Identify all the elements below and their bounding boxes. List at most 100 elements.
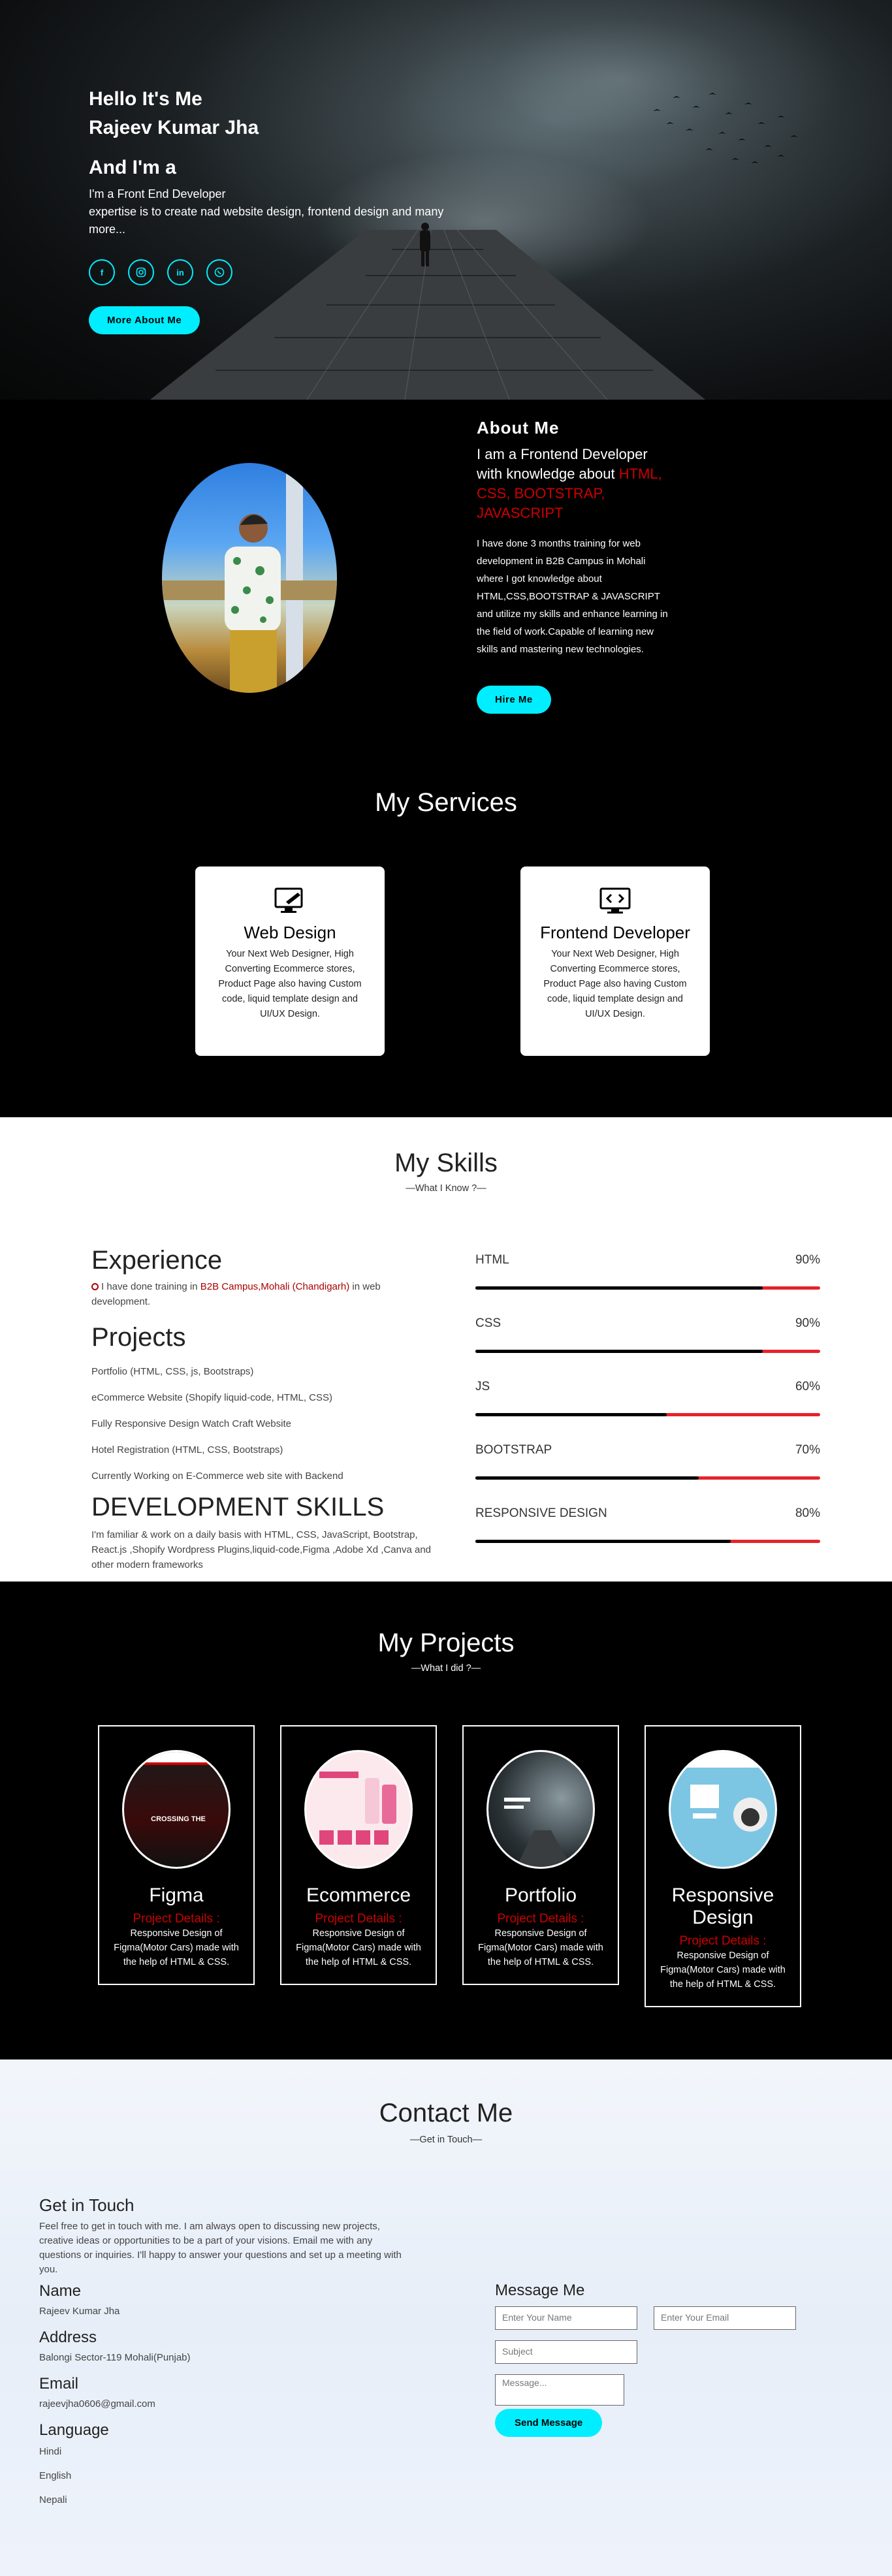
service-card-frontend-developer: Frontend Developer Your Next Web Designe… (520, 867, 710, 1056)
about-lead: I am a Frontend Developer with knowledge… (477, 445, 673, 523)
skill-bar-responsive-design: RESPONSIVE DESIGN 80% (475, 1506, 820, 1570)
project-card-portfolio[interactable]: Portfolio Project Details : Responsive D… (462, 1725, 619, 1985)
skill-label: HTML (475, 1253, 509, 1267)
skill-fill (475, 1350, 763, 1353)
about-section: About Me I am a Frontend Developer with … (0, 400, 892, 774)
experience-text: I have done training in B2B Campus,Mohal… (91, 1279, 438, 1309)
language-item: English (39, 2470, 72, 2481)
hero-role: I'm a Front End Developer (89, 187, 226, 200)
contact-tagline: —Get in Touch— (409, 2135, 483, 2145)
project-list-item: Fully Responsive Design Watch Craft Webs… (91, 1418, 291, 1429)
contact-form: Message Me Enter Your Name Enter Your Em… (495, 2282, 821, 2437)
hero-name: Rajeev Kumar Jha (89, 117, 259, 138)
hero-section: Hello It's Me Rajeev Kumar Jha And I'm a… (0, 0, 892, 400)
project-thumbnail (304, 1750, 413, 1869)
project-card-responsive-design[interactable]: Responsive Design Project Details : Resp… (645, 1725, 801, 2007)
project-description: Responsive Design of Figma(Motor Cars) m… (296, 1928, 421, 1967)
project-thumbnail (669, 1750, 777, 1869)
project-thumbnail: CROSSING THE (122, 1750, 231, 1869)
language-item: Hindi (39, 2446, 62, 2457)
project-details-label: Project Details : (315, 1912, 402, 1926)
experience-place: B2B Campus,Mohali (Chandigarh) (200, 1281, 350, 1292)
project-details-label: Project Details : (133, 1912, 220, 1926)
project-thumbnail (486, 1750, 595, 1869)
thumbnail-caption: CROSSING THE (151, 1815, 206, 1823)
service-title: Web Design (244, 923, 336, 942)
skills-tagline: —What I Know ?— (406, 1183, 486, 1194)
project-list-item: eCommerce Website (Shopify liquid-code, … (91, 1392, 333, 1403)
skills-section: My Skills —What I Know ?— Experience I h… (0, 1117, 892, 1582)
project-list-item: Portfolio (HTML, CSS, js, Bootstraps) (91, 1366, 254, 1377)
message-me-heading: Message Me (495, 2282, 585, 2299)
skill-label: RESPONSIVE DESIGN (475, 1506, 607, 1520)
about-body: I have done 3 months training for web de… (477, 538, 668, 655)
services-heading: My Services (375, 788, 517, 817)
contact-info: Get in Touch Feel free to get in touch w… (39, 2195, 411, 2505)
email-value[interactable]: rajeevjha0606@gmail.com (39, 2398, 411, 2409)
message-textarea[interactable]: Message... (495, 2374, 624, 2406)
monitor-pen-icon (210, 886, 370, 919)
skill-bar-css: CSS 90% (475, 1316, 820, 1380)
instagram-icon[interactable] (128, 259, 154, 285)
project-card-figma[interactable]: CROSSING THE Figma Project Details : Res… (98, 1725, 255, 1985)
name-value: Rajeev Kumar Jha (39, 2306, 120, 2317)
send-message-button[interactable]: Send Message (495, 2409, 603, 2437)
service-description: Your Next Web Designer, High Converting … (218, 949, 362, 1019)
linkedin-icon[interactable]: in (167, 259, 193, 285)
bullet-icon (91, 1283, 99, 1290)
skill-fill (475, 1540, 731, 1543)
skill-bar-js: JS 60% (475, 1380, 820, 1443)
skill-fill (475, 1286, 763, 1290)
whatsapp-icon[interactable] (206, 259, 232, 285)
experience-prefix: I have done training in (101, 1281, 200, 1292)
contact-section: Contact Me —Get in Touch— Get in Touch F… (0, 2059, 892, 2576)
skill-percent: 80% (795, 1506, 820, 1520)
hero-content: Hello It's Me Rajeev Kumar Jha And I'm a… (89, 85, 481, 334)
skill-percent: 90% (795, 1316, 820, 1330)
hero-expertise: expertise is to create nad website desig… (89, 205, 444, 236)
get-in-touch-heading: Get in Touch (39, 2195, 135, 2215)
project-description: Responsive Design of Figma(Motor Cars) m… (114, 1928, 239, 1967)
service-description: Your Next Web Designer, High Converting … (543, 949, 687, 1019)
project-details-label: Project Details : (679, 1934, 767, 1948)
email-input[interactable]: Enter Your Email (654, 2306, 796, 2330)
skill-percent: 70% (795, 1443, 820, 1457)
project-list-item: Currently Working on E-Commerce web site… (91, 1471, 343, 1482)
skill-percent: 90% (795, 1253, 820, 1267)
facebook-icon[interactable]: f (89, 259, 115, 285)
skill-fill (475, 1413, 667, 1416)
profile-photo (162, 463, 337, 693)
skill-bar-bootstrap: BOOTSTRAP 70% (475, 1443, 820, 1506)
skill-label: BOOTSTRAP (475, 1443, 552, 1457)
services-section: My Services Web Design Your Next Web Des… (0, 774, 892, 1117)
code-monitor-icon (535, 886, 695, 919)
about-heading: About Me (477, 418, 560, 437)
skill-percent: 60% (795, 1380, 820, 1393)
more-about-me-button[interactable]: More About Me (89, 306, 200, 334)
dev-skills-heading: DEVELOPMENT SKILLS (91, 1493, 385, 1521)
name-label: Name (39, 2282, 82, 2300)
subject-input[interactable]: Subject (495, 2340, 637, 2364)
skill-bar-html: HTML 90% (475, 1253, 820, 1316)
skill-fill (475, 1476, 699, 1480)
project-details-label: Project Details : (497, 1912, 584, 1926)
project-list-item: Hotel Registration (HTML, CSS, Bootstrap… (91, 1444, 283, 1455)
projects-heading: Projects (91, 1323, 186, 1352)
project-card-ecommerce[interactable]: Ecommerce Project Details : Responsive D… (280, 1725, 437, 1985)
service-card-web-design: Web Design Your Next Web Designer, High … (195, 867, 385, 1056)
language-label: Language (39, 2421, 109, 2439)
hire-me-button[interactable]: Hire Me (477, 686, 551, 714)
service-title: Frontend Developer (540, 923, 690, 942)
contact-intro: Feel free to get in touch with me. I am … (39, 2221, 402, 2275)
address-value: Balongi Sector-119 Mohali(Punjab) (39, 2352, 191, 2363)
about-text: About Me I am a Frontend Developer with … (477, 418, 673, 714)
dev-skills-text: I'm familiar & work on a daily basis wit… (91, 1529, 431, 1570)
projects-section: My Projects —What I did ?— CROSSING THE … (0, 1582, 892, 2059)
birds-illustration (653, 93, 798, 163)
name-input[interactable]: Enter Your Name (495, 2306, 637, 2330)
skills-heading: My Skills (394, 1149, 498, 1177)
skill-label: CSS (475, 1316, 502, 1330)
projects-tagline: —What I did ?— (411, 1663, 481, 1674)
language-item: Nepali (39, 2494, 67, 2505)
projects-section-heading: My Projects (377, 1629, 515, 1657)
